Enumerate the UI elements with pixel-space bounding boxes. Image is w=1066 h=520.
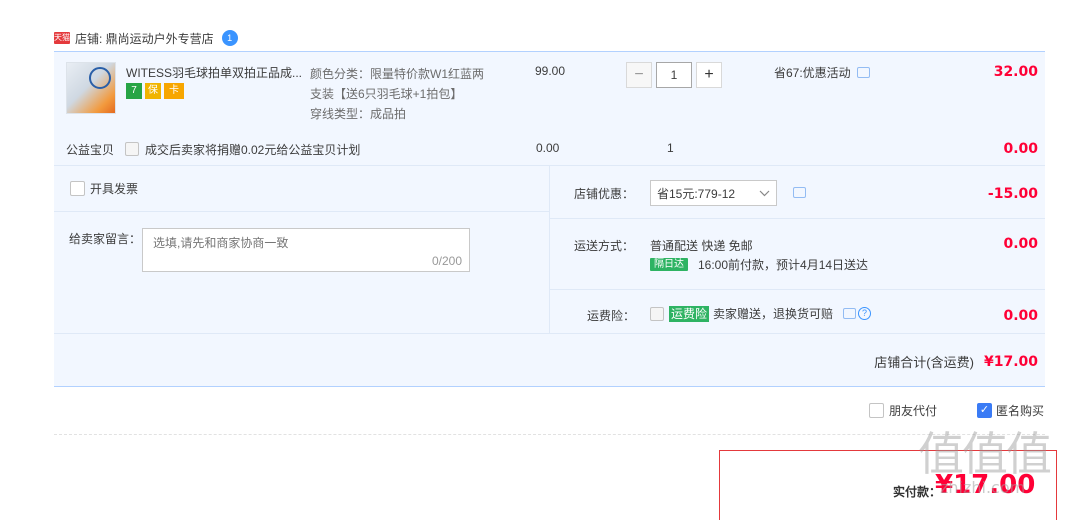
charity-text: 成交后卖家将捐赠0.02元给公益宝贝计划 bbox=[145, 143, 361, 157]
friend-pay-checkbox[interactable] bbox=[869, 403, 884, 418]
item-subtotal: 32.00 bbox=[993, 64, 1038, 80]
watermark-logo: 值值值 bbox=[918, 427, 1052, 481]
anonymous-checkbox[interactable]: ✓ bbox=[977, 403, 992, 418]
column-divider bbox=[549, 166, 550, 333]
anonymous-label: 匿名购买 bbox=[996, 404, 1045, 418]
invoice-label: 开具发票 bbox=[90, 182, 139, 196]
shipping-label: 运送方式： bbox=[574, 239, 635, 253]
tmall-badge-icon: 天猫 bbox=[54, 32, 70, 44]
message-icon[interactable] bbox=[856, 67, 870, 78]
pay-label: 实付款： bbox=[893, 485, 942, 499]
friend-pay-option[interactable]: 朋友代付 bbox=[869, 402, 937, 419]
note-counter: 0/200 bbox=[431, 254, 462, 268]
charity-price: 0.00 bbox=[536, 141, 560, 155]
charity-subtotal: 0.00 bbox=[1003, 141, 1038, 157]
note-label: 给卖家留言： bbox=[69, 232, 142, 246]
invoice-option[interactable]: 开具发票 bbox=[70, 180, 138, 197]
discount-select[interactable]: 省15元:779-12 bbox=[650, 180, 777, 206]
discount-message-icon[interactable] bbox=[793, 187, 806, 198]
seven-day-return-icon: 7 bbox=[126, 83, 142, 99]
shop-total-amount: ¥17.00 bbox=[983, 353, 1038, 370]
divider bbox=[550, 289, 1045, 290]
divider bbox=[54, 211, 549, 212]
credit-card-icon: 卡 bbox=[164, 83, 184, 99]
invoice-checkbox[interactable] bbox=[70, 181, 85, 196]
shipping-amount: 0.00 bbox=[1003, 236, 1038, 252]
product-thumbnail[interactable] bbox=[66, 62, 116, 114]
charity-checkbox bbox=[125, 142, 139, 156]
qty-plus-button[interactable]: + bbox=[696, 62, 722, 88]
insurance-label: 运费险： bbox=[587, 309, 636, 323]
promo-text: 省67:优惠活动 bbox=[774, 66, 851, 80]
sku-type: 穿线类型：成品拍 bbox=[310, 107, 407, 121]
shop-name[interactable]: 店铺: 鼎尚运动户外专营店 bbox=[75, 30, 214, 47]
insurance-text: 卖家赠送，退换货可赔 bbox=[713, 307, 834, 321]
product-title[interactable]: WITESS羽毛球拍单双拍正品成... bbox=[126, 64, 306, 81]
dashed-divider bbox=[54, 434, 1045, 435]
chat-icon[interactable]: 1 bbox=[221, 30, 238, 46]
friend-pay-label: 朋友代付 bbox=[889, 404, 938, 418]
charity-qty: 1 bbox=[667, 141, 674, 155]
sku-color: 颜色分类：限量特价款W1红蓝两 bbox=[310, 67, 485, 81]
discount-label: 店铺优惠： bbox=[574, 187, 635, 201]
divider bbox=[54, 333, 1045, 334]
divider bbox=[550, 218, 1045, 219]
shop-header: 天猫 店铺: 鼎尚运动户外专营店 1 bbox=[54, 29, 238, 47]
discount-amount: -15.00 bbox=[987, 186, 1038, 202]
qty-minus-button[interactable]: − bbox=[626, 62, 652, 88]
shop-total: 店铺合计(含运费) ¥17.00 bbox=[700, 352, 1038, 371]
next-day-tag: 隔日达 bbox=[650, 258, 688, 271]
sku-color-line2: 支装【送6只羽毛球+1拍包】 bbox=[310, 87, 463, 101]
insurance-info: 运费险 卖家赠送，退换货可赔 ? bbox=[669, 305, 872, 322]
shop-total-label: 店铺合计(含运费) bbox=[874, 355, 974, 370]
discount-selected: 省15元:779-12 bbox=[657, 186, 736, 201]
qty-input[interactable]: 1 bbox=[656, 62, 692, 88]
insurance-message-icon[interactable] bbox=[843, 308, 857, 319]
insurance-amount: 0.00 bbox=[1003, 308, 1038, 324]
shipping-eta-row: 隔日达 16:00前付款，预计4月14日送达 bbox=[650, 256, 868, 273]
chevron-down-icon bbox=[759, 186, 770, 200]
unit-price: 99.00 bbox=[535, 64, 566, 78]
insurance-tag: 运费险 bbox=[669, 305, 710, 322]
charity-label: 公益宝贝 bbox=[66, 143, 115, 157]
service-badges: 7保卡 bbox=[126, 82, 187, 99]
anonymous-option[interactable]: ✓ 匿名购买 bbox=[977, 402, 1044, 419]
help-icon[interactable]: ? bbox=[858, 307, 872, 320]
quantity-stepper: − 1 + bbox=[626, 62, 722, 88]
guarantee-icon: 保 bbox=[145, 83, 161, 99]
insurance-checkbox bbox=[650, 307, 664, 321]
sku-info: 颜色分类：限量特价款W1红蓝两 支装【送6只羽毛球+1拍包】 穿线类型：成品拍 bbox=[310, 64, 484, 124]
watermark-url: zhizhi.com bbox=[940, 478, 1026, 497]
promo-info: 省67:优惠活动 bbox=[774, 64, 870, 81]
shipping-eta: 16:00前付款，预计4月14日送达 bbox=[698, 258, 869, 272]
shipping-method: 普通配送 快递 免邮 bbox=[650, 239, 753, 253]
